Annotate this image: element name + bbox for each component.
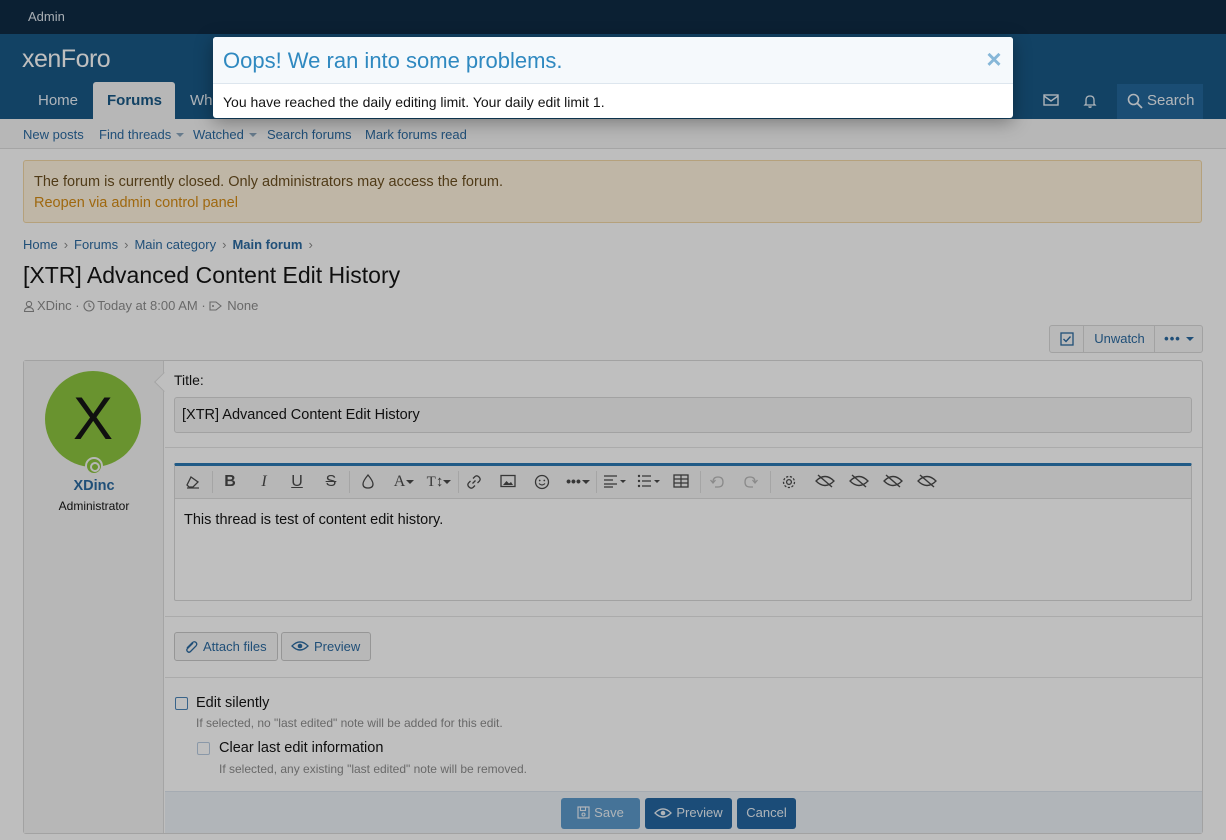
modal-overlay[interactable] bbox=[0, 0, 1226, 840]
dialog-message: You have reached the daily editing limit… bbox=[223, 94, 605, 110]
dialog-header: Oops! We ran into some problems. × bbox=[213, 37, 1013, 84]
close-icon[interactable]: × bbox=[982, 46, 1006, 72]
error-dialog: Oops! We ran into some problems. × You h… bbox=[213, 37, 1013, 118]
dialog-title: Oops! We ran into some problems. bbox=[223, 48, 563, 73]
